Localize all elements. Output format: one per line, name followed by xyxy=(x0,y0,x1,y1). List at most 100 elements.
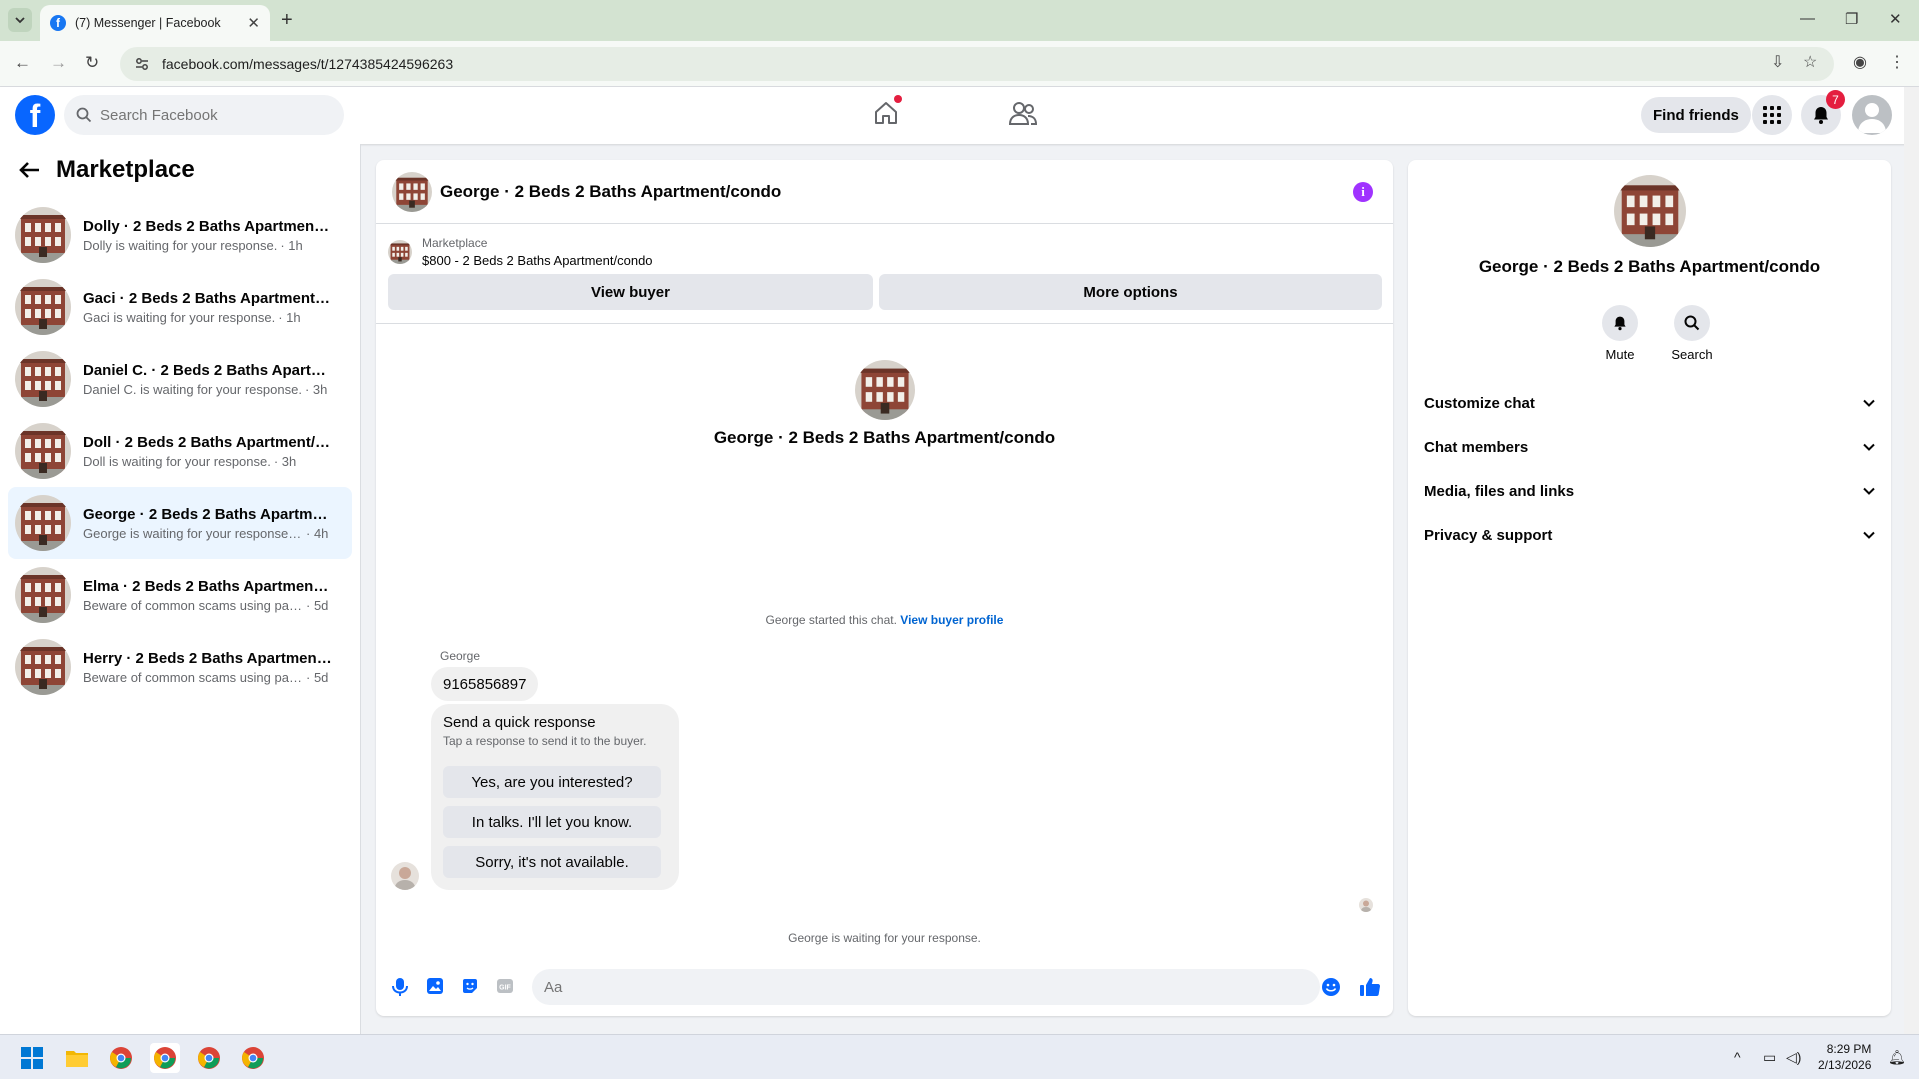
reload-icon[interactable]: ↻ xyxy=(85,53,99,73)
listing-price-title[interactable]: $800 - 2 Beds 2 Baths Apartment/condo xyxy=(422,253,653,268)
address-bar[interactable]: facebook.com/messages/t/1274385424596263 xyxy=(120,47,1834,81)
search-action[interactable]: Search xyxy=(1662,305,1722,362)
house-photo xyxy=(1613,175,1686,247)
photo-icon[interactable] xyxy=(426,977,444,995)
house-photo xyxy=(15,567,71,623)
home-nav-button[interactable] xyxy=(872,95,902,127)
chat-title[interactable]: George · 2 Beds 2 Baths Apartment/condo xyxy=(440,182,781,202)
chrome-taskbar-button-3[interactable] xyxy=(194,1043,224,1073)
new-tab-button[interactable]: + xyxy=(281,9,293,32)
sticker-icon[interactable] xyxy=(461,977,479,995)
facebook-logo[interactable]: f xyxy=(15,95,55,135)
conversation-item[interactable]: George · 2 Beds 2 Baths Apartment/condo G… xyxy=(8,487,352,559)
message-input-field[interactable] xyxy=(532,969,1320,1005)
back-arrow-icon[interactable] xyxy=(18,161,40,179)
find-friends-button[interactable]: Find friends xyxy=(1641,97,1751,133)
friends-icon xyxy=(1008,102,1038,125)
details-profile-photo[interactable] xyxy=(1613,175,1686,247)
conversation-time: · 1h xyxy=(280,237,303,253)
page-scrollbar[interactable] xyxy=(1904,87,1919,1034)
chat-thumbnail[interactable] xyxy=(392,171,432,212)
notification-bell-icon[interactable]: 🔔︎ xyxy=(1888,1049,1906,1066)
notification-badge: 7 xyxy=(1826,90,1845,109)
search-input[interactable] xyxy=(100,106,320,124)
tab-title: (7) Messenger | Facebook xyxy=(75,16,221,30)
info-icon[interactable]: i xyxy=(1353,182,1373,202)
chrome-icon xyxy=(154,1047,176,1069)
conversation-name: Doll · 2 Beds 2 Baths Apartment/condo xyxy=(83,433,333,451)
back-icon[interactable]: ← xyxy=(14,53,31,73)
conversation-preview: Doll is waiting for your response. xyxy=(83,453,271,469)
tab-search-button[interactable] xyxy=(8,8,32,32)
install-app-icon[interactable]: ⇩ xyxy=(1771,52,1784,72)
privacy-support-section[interactable]: Privacy & support xyxy=(1424,517,1875,553)
gif-icon[interactable]: GIF xyxy=(496,977,514,995)
section-label: Privacy & support xyxy=(1424,526,1553,544)
quick-response-card: Send a quick response Tap a response to … xyxy=(431,704,679,890)
message-input[interactable] xyxy=(544,978,1244,996)
bookmark-star-icon[interactable]: ☆ xyxy=(1803,52,1817,72)
volume-icon[interactable]: ◁) xyxy=(1786,1049,1801,1066)
search-icon xyxy=(76,107,92,123)
forward-icon[interactable]: → xyxy=(50,53,67,73)
site-info-icon[interactable] xyxy=(134,56,150,72)
tab-close-icon[interactable]: ✕ xyxy=(247,14,260,32)
started-text: George started this chat. xyxy=(765,613,897,627)
file-explorer-button[interactable] xyxy=(62,1043,92,1073)
conversation-preview: George is waiting for your response.....… xyxy=(83,525,303,541)
emoji-icon[interactable] xyxy=(1321,977,1341,997)
profile-icon[interactable]: ◉ xyxy=(1853,52,1867,72)
view-buyer-button[interactable]: View buyer xyxy=(388,274,873,310)
media-files-links-section[interactable]: Media, files and links xyxy=(1424,473,1875,509)
chat-profile-header: George · 2 Beds 2 Baths Apartment/condo xyxy=(376,360,1393,448)
chrome-taskbar-button-1[interactable] xyxy=(106,1043,136,1073)
minimize-icon[interactable]: — xyxy=(1800,10,1815,27)
mute-action[interactable]: Mute xyxy=(1590,305,1650,362)
clock-date: 2/13/2026 xyxy=(1818,1058,1872,1072)
quick-response-not-available[interactable]: Sorry, it's not available. xyxy=(443,846,661,878)
close-window-icon[interactable]: ✕ xyxy=(1889,10,1902,28)
start-button[interactable] xyxy=(17,1043,47,1073)
chevron-down-icon xyxy=(1863,487,1875,495)
customize-chat-section[interactable]: Customize chat xyxy=(1424,385,1875,421)
more-options-button[interactable]: More options xyxy=(879,274,1382,310)
conversation-time: · 3h xyxy=(304,381,328,397)
profile-photo[interactable] xyxy=(854,360,915,420)
restore-icon[interactable]: ❐ xyxy=(1845,10,1858,28)
conversation-item[interactable]: Elma · 2 Beds 2 Baths Apartment/condo Bew… xyxy=(8,559,352,631)
home-icon xyxy=(875,102,897,124)
chrome-taskbar-button-2[interactable] xyxy=(150,1043,180,1073)
section-label: Media, files and links xyxy=(1424,482,1575,500)
thumbs-up-icon[interactable] xyxy=(1359,977,1381,997)
quick-response-in-talks[interactable]: In talks. I'll let you know. xyxy=(443,806,661,838)
chat-details-panel: George · 2 Beds 2 Baths Apartment/condo … xyxy=(1408,160,1891,1016)
taskbar-clock[interactable]: 8:29 PM 2/13/2026 xyxy=(1818,1041,1871,1073)
tray-overflow-icon[interactable]: ^ xyxy=(1734,1049,1741,1065)
microphone-icon[interactable] xyxy=(391,977,409,997)
chrome-menu-icon[interactable]: ⋮ xyxy=(1889,52,1905,72)
friends-nav-button[interactable] xyxy=(1008,99,1038,127)
house-photo xyxy=(15,279,71,335)
windows-taskbar: ^ ▭ ◁) 8:29 PM 2/13/2026 🔔︎ xyxy=(0,1034,1919,1079)
menu-button[interactable] xyxy=(1752,95,1792,135)
conversation-item[interactable]: Herry · 2 Beds 2 Baths Apartment/condo Be… xyxy=(8,631,352,703)
conversation-preview: Beware of common scams using payment app… xyxy=(83,669,303,685)
browser-tab-active[interactable]: f (7) Messenger | Facebook ✕ xyxy=(40,5,270,41)
message-bubble[interactable]: 9165856897 xyxy=(431,667,539,701)
sender-avatar[interactable] xyxy=(391,862,419,890)
conversation-item[interactable]: Gaci · 2 Beds 2 Baths Apartment/condo Gac… xyxy=(8,271,352,343)
network-icon[interactable]: ▭ xyxy=(1763,1049,1776,1066)
conversation-thumbnail xyxy=(15,207,71,263)
conversation-item[interactable]: Daniel C. · 2 Beds 2 Baths Apartment/con… xyxy=(8,343,352,415)
view-buyer-profile-link[interactable]: View buyer profile xyxy=(900,613,1003,627)
account-avatar[interactable] xyxy=(1852,95,1892,135)
panel-header: Marketplace xyxy=(18,156,195,184)
conversation-item[interactable]: Dolly · 2 Beds 2 Baths Apartment/condo Do… xyxy=(8,199,352,271)
chrome-taskbar-button-4[interactable] xyxy=(238,1043,268,1073)
facebook-search[interactable] xyxy=(64,95,344,135)
chat-members-section[interactable]: Chat members xyxy=(1424,429,1875,465)
clock-time: 8:29 PM xyxy=(1826,1042,1872,1056)
chevron-down-icon xyxy=(1863,399,1875,407)
quick-response-yes[interactable]: Yes, are you interested? xyxy=(443,766,661,798)
conversation-item[interactable]: Doll · 2 Beds 2 Baths Apartment/condo Dol… xyxy=(8,415,352,487)
